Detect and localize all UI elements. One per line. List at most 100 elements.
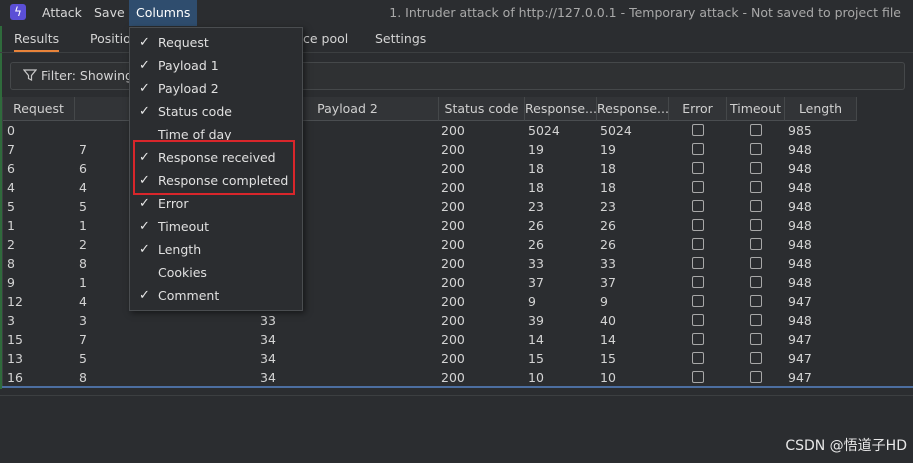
cell-response-completed: 19	[600, 142, 616, 157]
tab-resource-pool[interactable]: ce pool	[303, 26, 348, 52]
cell-length: 948	[788, 180, 812, 195]
cell-length: 948	[788, 313, 812, 328]
timeout-checkbox	[750, 219, 762, 231]
timeout-checkbox	[750, 181, 762, 193]
timeout-checkbox	[750, 371, 762, 383]
columns-menu-item-request[interactable]: ✓ Request	[130, 31, 302, 54]
cell-length: 985	[788, 123, 812, 138]
cell-request: 8	[7, 256, 15, 271]
cell-response-received: 9	[528, 294, 536, 309]
timeout-checkbox	[750, 295, 762, 307]
cell-payload-2: 34	[260, 332, 276, 347]
table-row[interactable]: 3 3 33 200 39 40 948	[3, 311, 913, 330]
tab-positions[interactable]: Positio	[90, 26, 131, 52]
columns-menu-item-time-of-day[interactable]: Time of day	[130, 123, 302, 146]
columns-menu-item-error[interactable]: ✓ Error	[130, 192, 302, 215]
cell-response-completed: 23	[600, 199, 616, 214]
column-header-request[interactable]: Request	[3, 97, 75, 121]
columns-menu-item-label: Length	[158, 242, 202, 257]
menu-attack[interactable]: Attack	[35, 0, 89, 26]
cell-response-received: 26	[528, 218, 544, 233]
cell-payload-1: 1	[79, 275, 87, 290]
cell-response-received: 37	[528, 275, 544, 290]
checkmark-icon: ✓	[139, 104, 150, 119]
columns-menu-item-response-received[interactable]: ✓ Response received	[130, 146, 302, 169]
columns-menu-item-payload-2[interactable]: ✓ Payload 2	[130, 77, 302, 100]
cell-payload-1: 1	[79, 218, 87, 233]
timeout-checkbox	[750, 314, 762, 326]
cell-response-completed: 5024	[600, 123, 632, 138]
checkmark-icon: ✓	[139, 173, 150, 188]
columns-menu-item-label: Cookies	[158, 265, 207, 280]
cell-status-code: 200	[441, 142, 465, 157]
timeout-checkbox	[750, 333, 762, 345]
cell-payload-1: 7	[79, 332, 87, 347]
cell-length: 948	[788, 199, 812, 214]
cell-length: 948	[788, 161, 812, 176]
cell-response-received: 19	[528, 142, 544, 157]
columns-menu-item-comment[interactable]: ✓ Comment	[130, 284, 302, 307]
cell-response-completed: 18	[600, 161, 616, 176]
columns-menu-item-label: Payload 2	[158, 81, 219, 96]
table-divider	[2, 386, 913, 388]
column-header-length[interactable]: Length	[785, 97, 857, 121]
cell-length: 948	[788, 256, 812, 271]
columns-menu-item-status-code[interactable]: ✓ Status code	[130, 100, 302, 123]
cell-response-completed: 26	[600, 237, 616, 252]
columns-menu-item-label: Time of day	[158, 127, 232, 142]
timeout-checkbox	[750, 124, 762, 136]
column-header-response-completed[interactable]: Response...	[597, 97, 669, 121]
cell-payload-1: 4	[79, 294, 87, 309]
error-checkbox	[692, 124, 704, 136]
timeout-checkbox	[750, 143, 762, 155]
lower-pane	[0, 389, 913, 463]
columns-menu-item-label: Response completed	[158, 173, 289, 188]
column-header-response-received[interactable]: Response...	[525, 97, 597, 121]
tab-settings[interactable]: Settings	[375, 26, 426, 52]
error-checkbox	[692, 238, 704, 250]
cell-payload-1: 8	[79, 256, 87, 271]
columns-menu-item-cookies[interactable]: Cookies	[130, 261, 302, 284]
cell-response-received: 18	[528, 161, 544, 176]
cell-payload-1: 3	[79, 313, 87, 328]
cell-request: 15	[7, 332, 23, 347]
column-header-timeout[interactable]: Timeout	[727, 97, 785, 121]
tab-results[interactable]: Results	[14, 26, 60, 52]
cell-request: 16	[7, 370, 23, 385]
menu-save[interactable]: Save	[87, 0, 132, 26]
cell-status-code: 200	[441, 237, 465, 252]
cell-response-received: 14	[528, 332, 544, 347]
cell-status-code: 200	[441, 123, 465, 138]
cell-response-completed: 33	[600, 256, 616, 271]
checkmark-icon: ✓	[139, 81, 150, 96]
timeout-checkbox	[750, 238, 762, 250]
cell-payload-2: 34	[260, 370, 276, 385]
cell-response-received: 33	[528, 256, 544, 271]
table-row[interactable]: 13 5 34 200 15 15 947	[3, 349, 913, 368]
cell-length: 948	[788, 218, 812, 233]
watermark: CSDN @悟道子HD	[785, 438, 907, 454]
cell-request: 2	[7, 237, 15, 252]
columns-menu-item-response-completed[interactable]: ✓ Response completed	[130, 169, 302, 192]
checkmark-icon: ✓	[139, 150, 150, 165]
checkmark-icon: ✓	[139, 35, 150, 50]
columns-menu-item-payload-1[interactable]: ✓ Payload 1	[130, 54, 302, 77]
table-row[interactable]: 15 7 34 200 14 14 947	[3, 330, 913, 349]
cell-status-code: 200	[441, 370, 465, 385]
cell-length: 947	[788, 370, 812, 385]
cell-response-received: 10	[528, 370, 544, 385]
filter-icon	[23, 69, 37, 81]
cell-response-received: 39	[528, 313, 544, 328]
menu-columns[interactable]: Columns	[129, 0, 198, 26]
cell-response-completed: 9	[600, 294, 608, 309]
table-row[interactable]: 16 8 34 200 10 10 947	[3, 368, 913, 387]
error-checkbox	[692, 295, 704, 307]
column-header-status-code[interactable]: Status code	[439, 97, 525, 121]
cell-length: 948	[788, 142, 812, 157]
columns-menu-item-length[interactable]: ✓ Length	[130, 238, 302, 261]
column-header-error[interactable]: Error	[669, 97, 727, 121]
cell-length: 947	[788, 351, 812, 366]
cell-response-received: 5024	[528, 123, 560, 138]
columns-menu-item-timeout[interactable]: ✓ Timeout	[130, 215, 302, 238]
cell-request: 12	[7, 294, 23, 309]
